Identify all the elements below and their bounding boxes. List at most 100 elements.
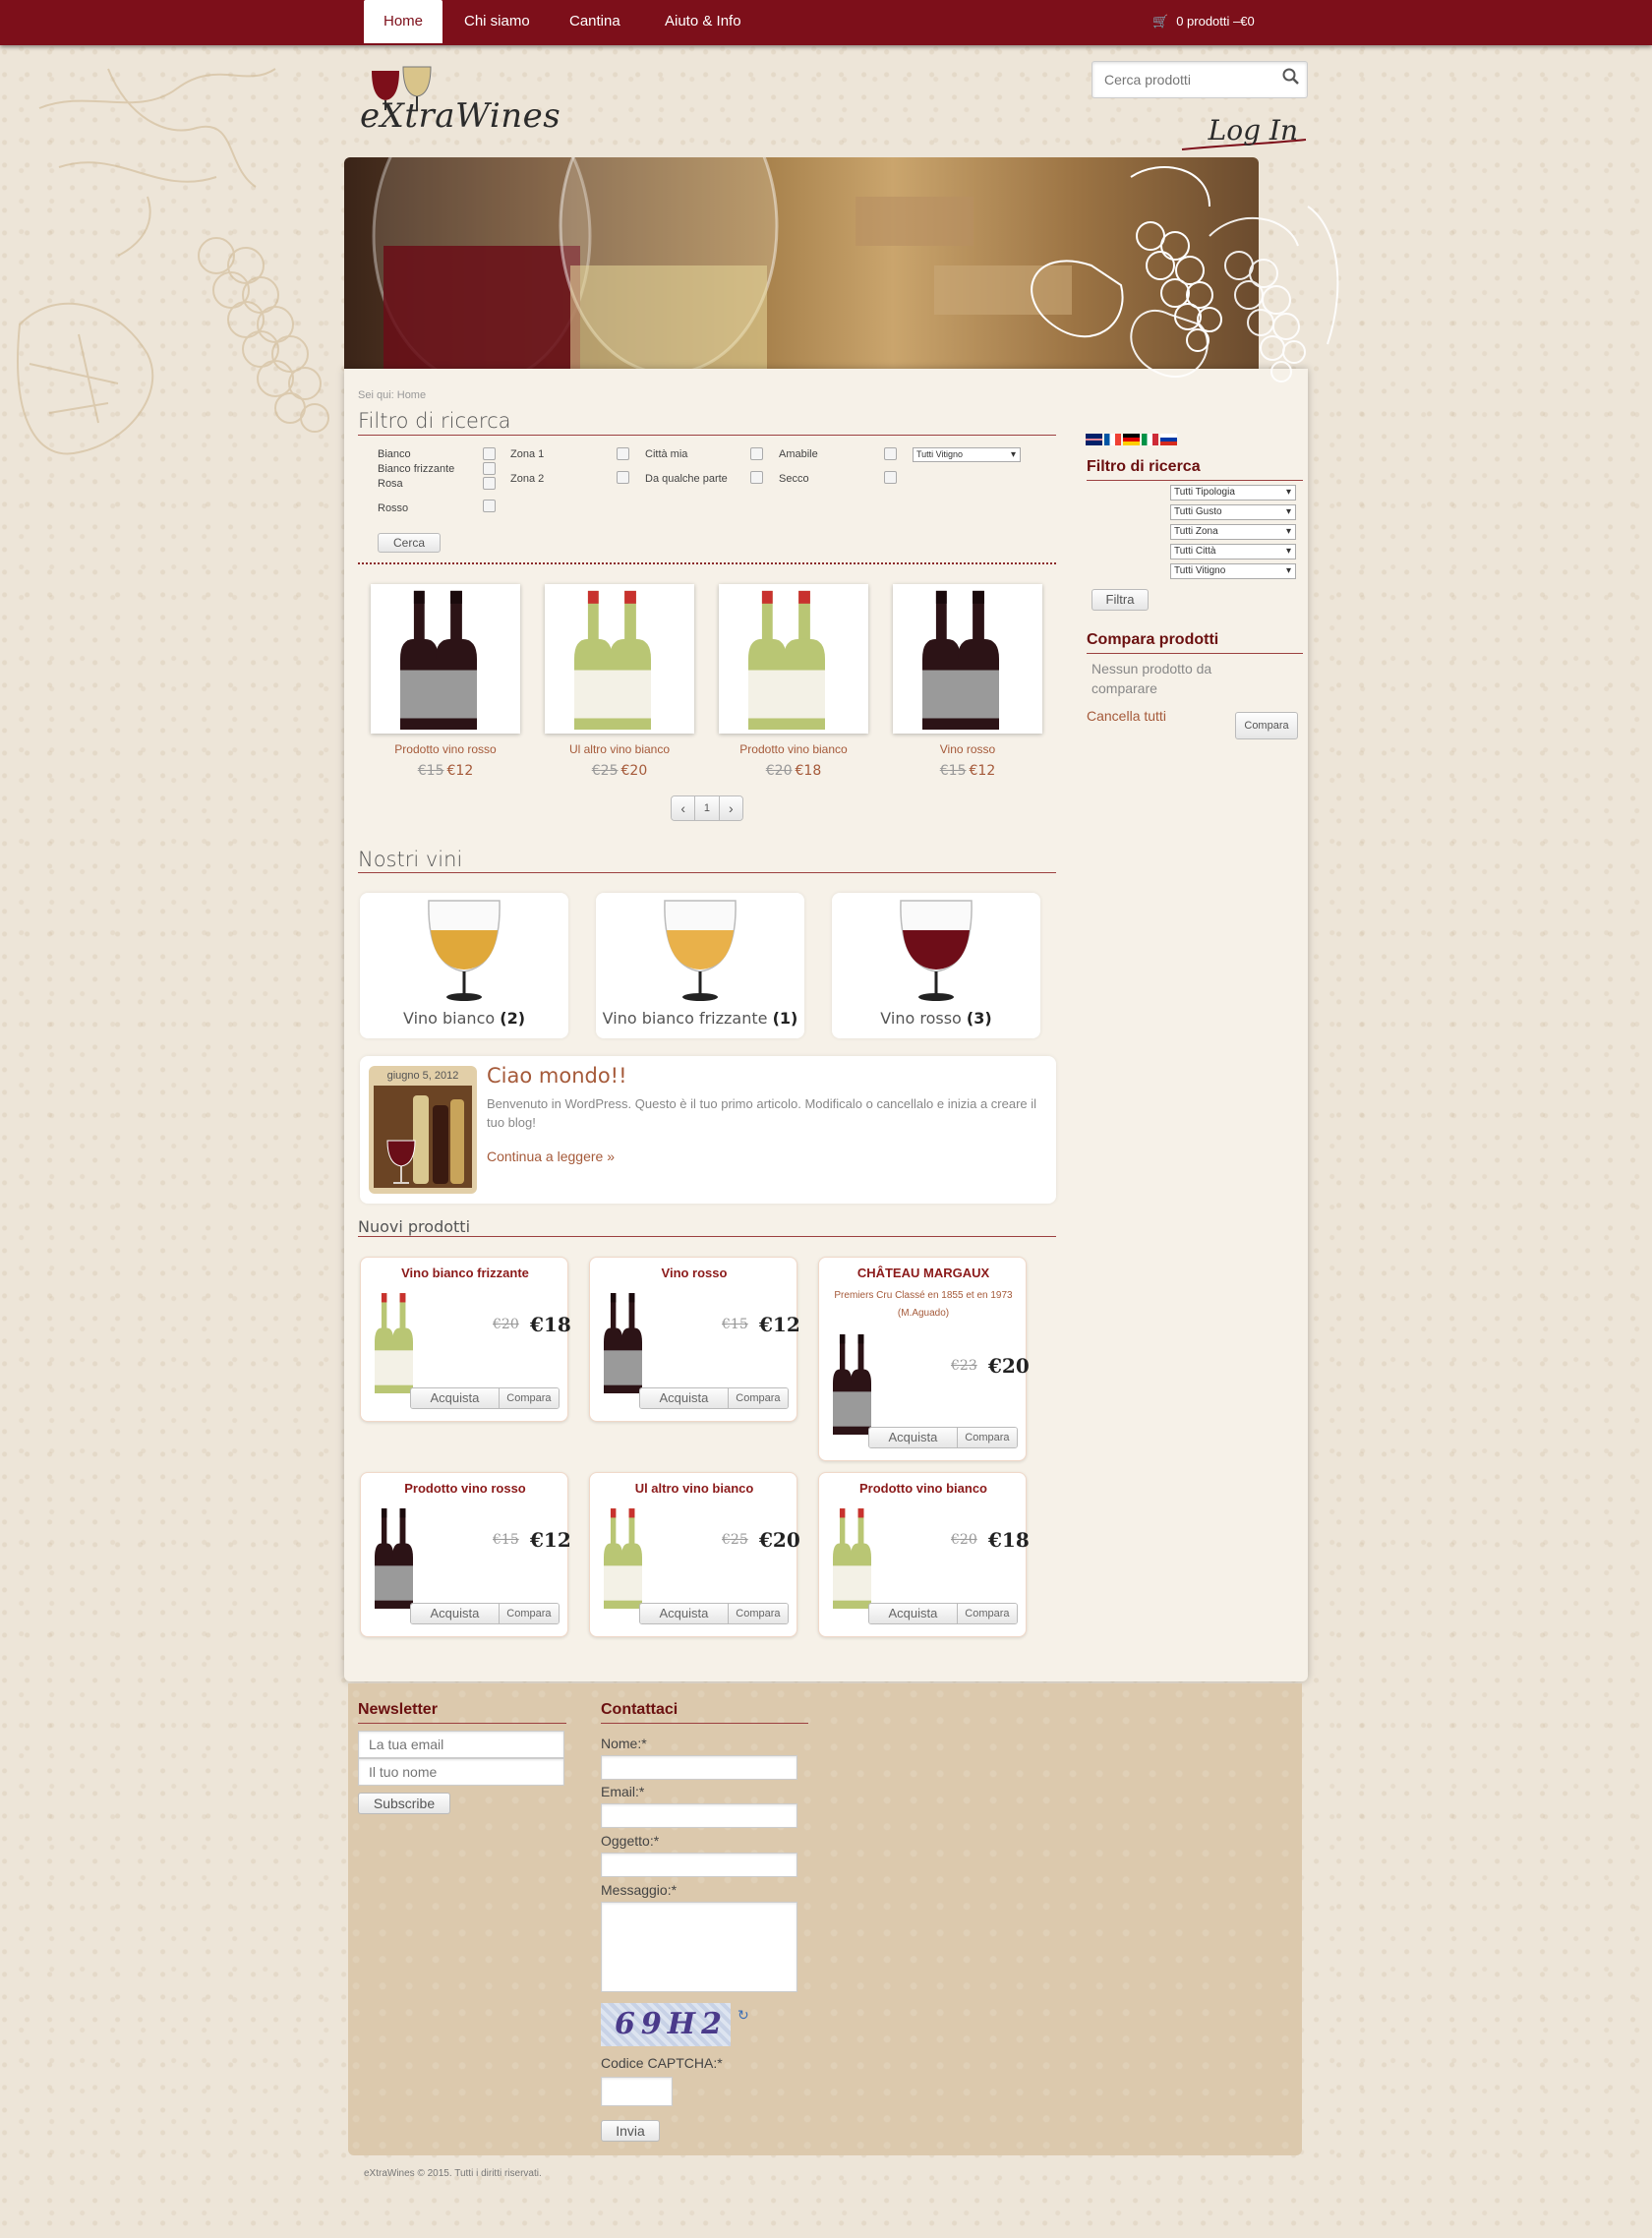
filter-city-checkbox[interactable]	[750, 447, 763, 460]
search-input[interactable]	[1092, 62, 1269, 97]
flag-en-icon[interactable]	[1086, 434, 1102, 445]
filter-type-checkbox[interactable]	[483, 447, 496, 460]
contact-submit-button[interactable]: Invia	[601, 2120, 660, 2142]
bottle-image	[602, 1506, 651, 1613]
subscribe-button[interactable]: Subscribe	[358, 1793, 450, 1814]
new-product-name[interactable]: CHÂTEAU MARGAUX	[819, 1266, 1028, 1280]
wine-category-name: Vino bianco frizzante	[602, 1009, 768, 1028]
buy-button[interactable]: Acquista	[640, 1388, 728, 1408]
new-product-name[interactable]: Prodotto vino bianco	[819, 1481, 1028, 1496]
search-icon[interactable]	[1281, 67, 1301, 87]
pager-page-1[interactable]: 1	[694, 796, 719, 820]
wine-category-card[interactable]: Vino bianco (2)	[360, 893, 568, 1038]
wine-category-card[interactable]: Vino bianco frizzante (1)	[596, 893, 804, 1038]
post-read-more-link[interactable]: Continua a leggere »	[487, 1148, 615, 1164]
site-logo[interactable]: eXtraWines	[360, 61, 566, 149]
carousel-product-name[interactable]: Prodotto vino bianco	[699, 742, 888, 756]
clear-all-link[interactable]: Cancella tutti	[1087, 708, 1166, 724]
new-product-actions: Acquista Compara	[639, 1603, 789, 1624]
contact-message-label: Messaggio:*	[601, 1882, 678, 1898]
filter-type-checkbox[interactable]	[483, 500, 496, 512]
carousel-product-name[interactable]: Prodotto vino rosso	[351, 742, 540, 756]
post-title[interactable]: Ciao mondo!!	[487, 1064, 627, 1088]
new-product-name[interactable]: Vino bianco frizzante	[361, 1266, 569, 1280]
buy-button[interactable]: Acquista	[411, 1388, 499, 1408]
carousel-product-image[interactable]	[371, 584, 520, 734]
nav-cantina[interactable]: Cantina	[569, 0, 620, 43]
newsletter-title: Newsletter	[358, 1701, 438, 1718]
flag-de-icon[interactable]	[1123, 434, 1140, 445]
carousel-product-price: €25 €20	[545, 763, 694, 779]
compare-product-button[interactable]: Compara	[956, 1604, 1017, 1623]
compare-button[interactable]: Compara	[1235, 712, 1298, 739]
bottle-image	[373, 1291, 422, 1397]
captcha-input[interactable]	[601, 2077, 673, 2106]
carousel-pager: ‹ 1 ›	[671, 795, 743, 821]
filter-search-button[interactable]: Cerca	[378, 533, 441, 553]
filter-city-checkbox[interactable]	[750, 471, 763, 484]
new-product-name[interactable]: Ul altro vino bianco	[590, 1481, 798, 1496]
new-product-old-price: €20	[951, 1532, 977, 1548]
new-product-price: €12	[759, 1313, 800, 1336]
new-product-name[interactable]: Vino rosso	[590, 1266, 798, 1280]
wine-category-label: Vino bianco frizzante (1)	[596, 1009, 804, 1028]
filter-zone-checkbox[interactable]	[617, 447, 629, 460]
newsletter-name-input[interactable]	[358, 1758, 564, 1786]
filter-taste-checkbox[interactable]	[884, 471, 897, 484]
pager-prev-button[interactable]: ‹	[672, 796, 695, 820]
new-product-price: €18	[530, 1313, 571, 1336]
sidebar-filter-select[interactable]: Tutti Gusto	[1170, 504, 1296, 520]
filter-taste-checkbox[interactable]	[884, 447, 897, 460]
buy-button[interactable]: Acquista	[411, 1604, 499, 1623]
post-excerpt: Benvenuto in WordPress. Questo è il tuo …	[487, 1096, 1037, 1130]
wine-glass-icon	[900, 900, 973, 1001]
compare-product-button[interactable]: Compara	[727, 1604, 788, 1623]
contact-email-input[interactable]	[601, 1803, 797, 1828]
filter-type-label: Rosa	[378, 478, 403, 490]
cart-link[interactable]: 🛒 0 prodotti –€0	[1152, 0, 1255, 43]
filter-type-checkbox[interactable]	[483, 477, 496, 490]
carousel-product-image[interactable]	[719, 584, 868, 734]
nav-chi-siamo[interactable]: Chi siamo	[464, 0, 530, 43]
captcha-refresh-icon[interactable]: ↻	[738, 2008, 749, 2024]
compare-product-button[interactable]: Compara	[956, 1428, 1017, 1447]
contact-email-label: Email:*	[601, 1784, 645, 1799]
flag-it-icon[interactable]	[1142, 434, 1158, 445]
buy-button[interactable]: Acquista	[869, 1604, 957, 1623]
flag-ru-icon[interactable]	[1160, 434, 1177, 445]
flag-fr-icon[interactable]	[1104, 434, 1121, 445]
sidebar-filter-button[interactable]: Filtra	[1092, 589, 1149, 611]
buy-button[interactable]: Acquista	[869, 1428, 957, 1447]
buy-button[interactable]: Acquista	[640, 1604, 728, 1623]
compare-product-button[interactable]: Compara	[498, 1604, 559, 1623]
new-product-old-price: €23	[951, 1358, 977, 1374]
new-product-card: Prodotto vino rosso €15 €12 Acquista Com…	[360, 1472, 571, 1637]
vitigno-select[interactable]: Tutti Vitigno	[913, 447, 1021, 462]
compare-product-button[interactable]: Compara	[498, 1388, 559, 1408]
wine-category-card[interactable]: Vino rosso (3)	[832, 893, 1040, 1038]
search-box[interactable]	[1092, 61, 1308, 98]
contact-rule	[601, 1723, 808, 1724]
carousel-product-price: €15 €12	[371, 763, 520, 779]
filter-zone-checkbox[interactable]	[617, 471, 629, 484]
new-product-actions: Acquista Compara	[410, 1387, 560, 1409]
sidebar-filter-select[interactable]: Tutti Città	[1170, 544, 1296, 560]
carousel-product-image[interactable]	[893, 584, 1042, 734]
newsletter-email-input[interactable]	[358, 1731, 564, 1758]
new-product-price: €20	[988, 1354, 1030, 1378]
contact-message-textarea[interactable]	[601, 1902, 797, 1992]
carousel-product-name[interactable]: Vino rosso	[873, 742, 1062, 756]
nav-aiuto-info[interactable]: Aiuto & Info	[665, 0, 741, 43]
pager-next-button[interactable]: ›	[718, 796, 742, 820]
new-product-name[interactable]: Prodotto vino rosso	[361, 1481, 569, 1496]
sidebar-filter-select[interactable]: Tutti Tipologia	[1170, 485, 1296, 501]
filter-type-checkbox[interactable]	[483, 462, 496, 475]
carousel-product-image[interactable]	[545, 584, 694, 734]
contact-name-input[interactable]	[601, 1755, 797, 1780]
wine-glass-icon	[428, 900, 501, 1001]
carousel-product-name[interactable]: Ul altro vino bianco	[525, 742, 714, 756]
sidebar-filter-select[interactable]: Tutti Zona	[1170, 524, 1296, 540]
compare-product-button[interactable]: Compara	[727, 1388, 788, 1408]
contact-subject-input[interactable]	[601, 1853, 797, 1877]
sidebar-filter-select[interactable]: Tutti Vitigno	[1170, 563, 1296, 579]
